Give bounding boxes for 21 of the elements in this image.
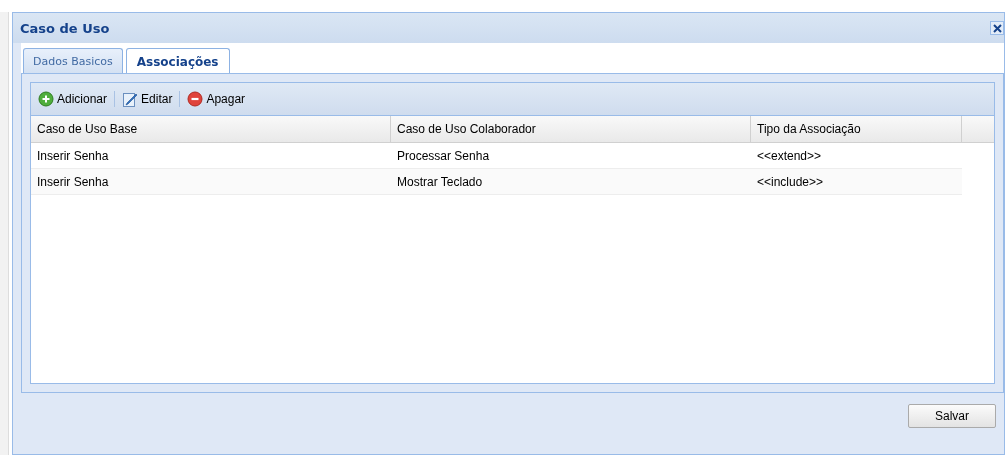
- close-icon: [992, 23, 1002, 33]
- table-cell-text: <<extend>>: [756, 147, 823, 165]
- column-header[interactable]: Tipo da Associação: [751, 116, 962, 142]
- tab[interactable]: Associações: [125, 48, 230, 74]
- tab[interactable]: Dados Basicos: [23, 48, 123, 73]
- table-cell-text: Mostrar Teclado: [396, 173, 484, 191]
- table-cell-text: Inserir Senha: [36, 147, 110, 165]
- pencil-icon: [122, 91, 139, 107]
- close-button[interactable]: [990, 21, 1004, 35]
- table-cell-text: Inserir Senha: [36, 173, 110, 191]
- edit-button[interactable]: Editar: [119, 89, 176, 109]
- add-button[interactable]: Adicionar: [35, 89, 111, 109]
- minus-icon: [187, 91, 204, 107]
- save-button[interactable]: Salvar: [908, 403, 996, 428]
- column-header[interactable]: Caso de Uso Colaborador: [391, 116, 751, 142]
- plus-icon: [38, 91, 54, 107]
- window-title: Caso de Uso: [20, 20, 110, 36]
- delete-button[interactable]: Apagar: [184, 89, 249, 109]
- column-header[interactable]: Caso de Uso Base: [31, 116, 391, 142]
- table-cell-text: <<include>>: [756, 173, 825, 191]
- table-cell-text: Processar Senha: [396, 147, 491, 165]
